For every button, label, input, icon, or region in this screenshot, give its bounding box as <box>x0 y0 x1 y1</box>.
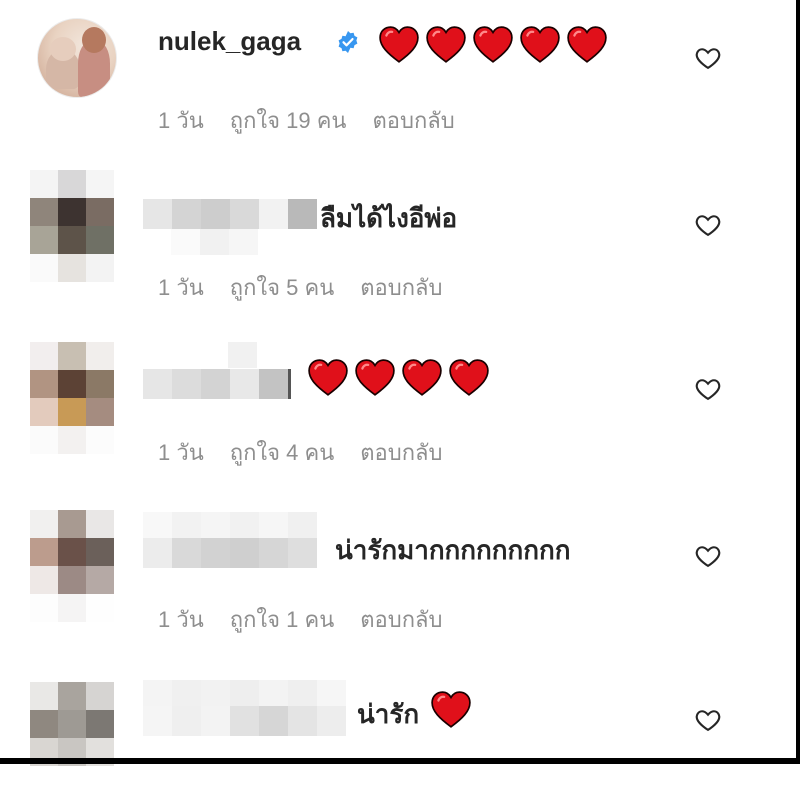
window-edge-right <box>796 0 800 764</box>
avatar[interactable] <box>30 170 114 282</box>
username-redacted[interactable] <box>143 706 346 736</box>
heart-emoji-group <box>430 690 472 730</box>
comment-meta: 1 วัน ถูกใจ 5 คน ตอบกลับ <box>158 270 468 305</box>
likes-count-link[interactable]: ถูกใจ 4 คน <box>230 435 335 470</box>
username-redacted[interactable] <box>143 538 317 568</box>
red-heart-emoji <box>431 691 471 728</box>
comment-text: น่ารักมากกกกกกกกก <box>335 535 571 565</box>
heart-outline-icon[interactable] <box>694 375 722 403</box>
comment-time: 1 วัน <box>158 607 204 632</box>
window-edge-bottom <box>0 758 800 764</box>
red-heart-emoji <box>449 359 489 396</box>
username-redacted[interactable] <box>143 369 288 399</box>
avatar[interactable] <box>30 510 114 622</box>
red-heart-emoji <box>355 359 395 396</box>
comment-text: ลืมได้ไงอีพ่อ <box>320 203 458 233</box>
likes-count-link[interactable]: ถูกใจ 5 คน <box>230 270 335 305</box>
heart-emoji-group <box>307 358 490 398</box>
username-redacted-edge <box>288 369 291 399</box>
avatar[interactable] <box>30 342 114 454</box>
username-redacted-shadow <box>171 229 258 255</box>
comment-meta: 1 วัน ถูกใจ 1 คน ตอบกลับ <box>158 602 468 637</box>
comment-time: 1 วัน <box>158 275 204 300</box>
red-heart-emoji <box>308 359 348 396</box>
comment-time: 1 วัน <box>158 440 204 465</box>
username-redacted-top <box>143 680 346 706</box>
avatar[interactable] <box>30 682 114 794</box>
heart-outline-icon[interactable] <box>694 542 722 570</box>
heart-outline-icon[interactable] <box>694 706 722 734</box>
username-redacted-top <box>143 512 317 538</box>
username-redacted-top <box>228 342 257 368</box>
username-redacted[interactable] <box>143 199 317 229</box>
reply-button[interactable]: ตอบกลับ <box>360 270 442 305</box>
red-heart-emoji <box>402 359 442 396</box>
reply-button[interactable]: ตอบกลับ <box>360 435 442 470</box>
comment-meta: 1 วัน ถูกใจ 4 คน ตอบกลับ <box>158 435 468 470</box>
comment-5: น่ารัก <box>0 0 790 766</box>
reply-button[interactable]: ตอบกลับ <box>360 602 442 637</box>
likes-count-link[interactable]: ถูกใจ 1 คน <box>230 602 335 637</box>
comment-text: น่ารัก <box>357 699 420 729</box>
heart-outline-icon[interactable] <box>694 211 722 239</box>
